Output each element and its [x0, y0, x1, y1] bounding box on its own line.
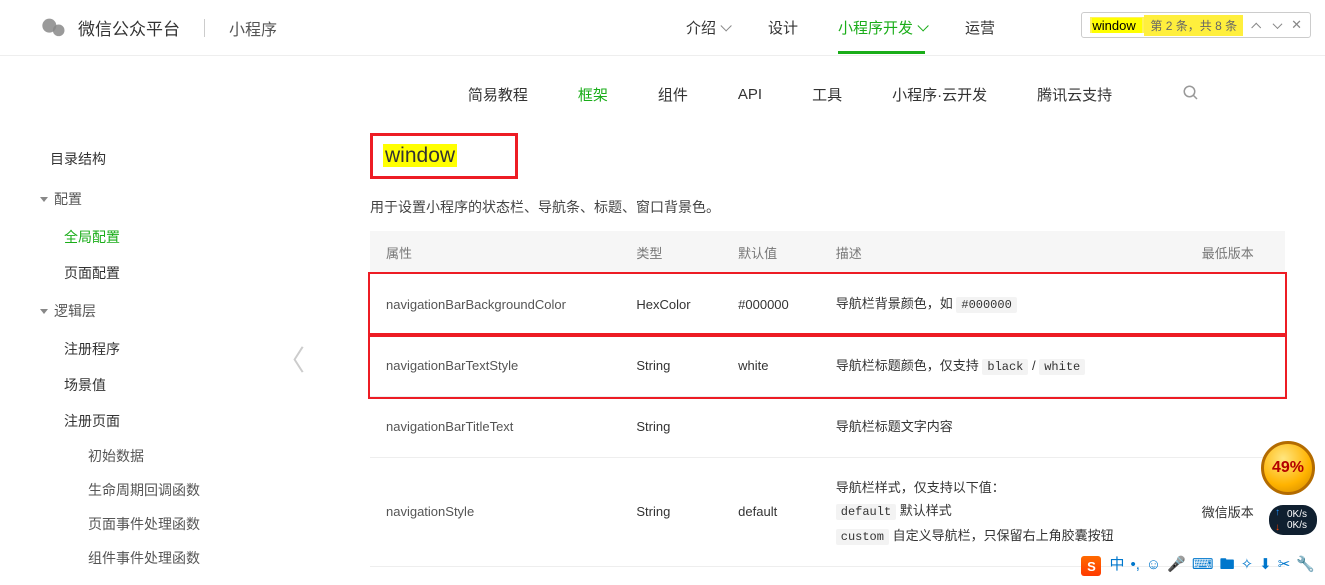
coin-badge: 49%: [1261, 441, 1315, 495]
column-header: 属性: [370, 231, 620, 274]
type-cell: String: [620, 457, 722, 567]
find-query: [1090, 17, 1144, 33]
default-cell: default: [722, 457, 820, 567]
column-header: 默认值: [722, 231, 820, 274]
brand-subtitle: 小程序: [229, 16, 277, 40]
column-header: 类型: [620, 231, 722, 274]
desc-cell: 导航栏样式，仅支持以下值：default 默认样式custom 自定义导航栏，只…: [820, 457, 1186, 567]
type-cell: HexColor: [620, 274, 722, 335]
prop-cell: navigationBarTextStyle: [370, 335, 620, 397]
sidebar-group-配置[interactable]: 配置: [40, 179, 310, 219]
type-cell: String: [620, 335, 722, 397]
column-header: 描述: [820, 231, 1186, 274]
table-row: navigationStyleStringdefault导航栏样式，仅支持以下值…: [370, 457, 1285, 567]
ime-item[interactable]: 中: [1109, 556, 1124, 573]
min-version-cell: [1186, 335, 1285, 397]
triangle-down-icon: [40, 309, 48, 314]
triangle-down-icon: [40, 197, 48, 202]
min-version-cell: [1186, 274, 1285, 335]
sidebar-item-初始数据[interactable]: 初始数据: [40, 439, 310, 473]
prop-cell: navigationBarTitleText: [370, 397, 620, 457]
wechat-icon: [40, 14, 68, 42]
desc-cell: 导航栏标题文字内容: [820, 397, 1186, 457]
ime-item[interactable]: •,: [1130, 556, 1139, 573]
find-input[interactable]: [1092, 18, 1142, 33]
section-description: 用于设置小程序的状态栏、导航条、标题、窗口背景色。: [370, 197, 1285, 217]
ime-item[interactable]: ✧: [1241, 556, 1254, 573]
ime-item[interactable]: ✂: [1278, 556, 1291, 573]
sidebar-group-逻辑层[interactable]: 逻辑层: [40, 291, 310, 331]
sidebar-item-页面事件处理函数[interactable]: 页面事件处理函数: [40, 507, 310, 541]
heading-text: window: [383, 144, 457, 167]
subnav-item-小程序·云开发[interactable]: 小程序·云开发: [892, 84, 987, 105]
nav-item-小程序开发[interactable]: 小程序开发: [838, 1, 925, 54]
sidebar-item-注册程序[interactable]: 注册程序: [40, 331, 310, 367]
sidebar: 目录结构配置全局配置页面配置逻辑层注册程序场景值注册页面初始数据生命周期回调函数…: [0, 119, 310, 575]
sidebar-item-全局配置[interactable]: 全局配置: [40, 219, 310, 255]
ime-bar: S 中 •, ☺ 🎤 ⌨ 🖿 ✧ ⬇ ✂ 🔧: [1081, 553, 1321, 579]
prop-cell: navigationStyle: [370, 457, 620, 567]
subnav-item-工具[interactable]: 工具: [812, 84, 842, 105]
properties-table: 属性类型默认值描述最低版本 navigationBarBackgroundCol…: [370, 231, 1285, 567]
subnav-item-简易教程[interactable]: 简易教程: [468, 84, 528, 105]
divider: [204, 19, 205, 37]
speed-down: 0K/s: [1287, 520, 1307, 531]
section-heading: window: [370, 133, 518, 179]
brand-area: 微信公众平台 小程序: [40, 14, 277, 42]
find-next-button[interactable]: [1267, 15, 1287, 35]
main-content: 〈 〉 window 用于设置小程序的状态栏、导航条、标题、窗口背景色。 属性类…: [310, 119, 1325, 575]
table-row: navigationBarBackgroundColorHexColor#000…: [370, 274, 1285, 335]
find-close-button[interactable]: ✕: [1287, 17, 1306, 33]
desc-cell: 导航栏背景颜色，如 #000000: [820, 274, 1186, 335]
subnav-item-框架[interactable]: 框架: [578, 84, 608, 105]
table-row: navigationBarTitleTextString 导航栏标题文字内容: [370, 397, 1285, 457]
find-status: 第 2 条，共 8 条: [1144, 15, 1243, 36]
ime-logo-icon: S: [1081, 556, 1101, 576]
default-cell: #000000: [722, 274, 820, 335]
default-cell: [722, 397, 820, 457]
ime-item[interactable]: 🔧: [1296, 556, 1315, 573]
chevron-down-icon: [720, 20, 731, 31]
ime-item[interactable]: ☺: [1146, 556, 1161, 573]
sidebar-item-页面配置[interactable]: 页面配置: [40, 255, 310, 291]
sidebar-item-注册页面[interactable]: 注册页面: [40, 403, 310, 439]
type-cell: String: [620, 397, 722, 457]
speed-widget: 0K/s 0K/s: [1269, 505, 1317, 535]
subnav-item-API[interactable]: API: [738, 86, 762, 103]
brand-title: 微信公众平台: [78, 15, 180, 40]
find-prev-button[interactable]: [1245, 15, 1265, 35]
table-row: navigationBarTextStyleStringwhite导航栏标题颜色…: [370, 335, 1285, 397]
prev-page-button[interactable]: 〈: [276, 339, 306, 379]
sidebar-item-场景值[interactable]: 场景值: [40, 367, 310, 403]
primary-nav: 介绍设计小程序开发运营: [686, 1, 995, 54]
page-find-bar: 第 2 条，共 8 条 ✕: [1081, 12, 1311, 38]
nav-item-运营[interactable]: 运营: [965, 1, 995, 54]
ime-item[interactable]: 🖿: [1220, 556, 1235, 573]
ime-item[interactable]: 🎤: [1167, 556, 1186, 573]
nav-item-设计[interactable]: 设计: [768, 1, 798, 54]
ime-item[interactable]: ⬇: [1259, 556, 1272, 573]
prop-cell: navigationBarBackgroundColor: [370, 274, 620, 335]
sidebar-item-目录结构[interactable]: 目录结构: [40, 139, 310, 179]
secondary-nav: 简易教程 框架 组件 API 工具 小程序·云开发 腾讯云支持: [340, 56, 1240, 119]
top-bar: 微信公众平台 小程序 介绍设计小程序开发运营 第 2 条，共 8 条 ✕: [0, 0, 1325, 56]
search-icon[interactable]: [1182, 84, 1200, 105]
sidebar-item-组件事件处理函数[interactable]: 组件事件处理函数: [40, 541, 310, 575]
nav-item-介绍[interactable]: 介绍: [686, 1, 728, 54]
sidebar-item-生命周期回调函数[interactable]: 生命周期回调函数: [40, 473, 310, 507]
speed-up: 0K/s: [1287, 509, 1307, 520]
desc-cell: 导航栏标题颜色，仅支持 black / white: [820, 335, 1186, 397]
ime-item[interactable]: ⌨: [1192, 556, 1214, 573]
subnav-item-腾讯云支持[interactable]: 腾讯云支持: [1037, 84, 1112, 105]
default-cell: white: [722, 335, 820, 397]
column-header: 最低版本: [1186, 231, 1285, 274]
chevron-down-icon: [917, 20, 928, 31]
subnav-item-组件[interactable]: 组件: [658, 84, 688, 105]
